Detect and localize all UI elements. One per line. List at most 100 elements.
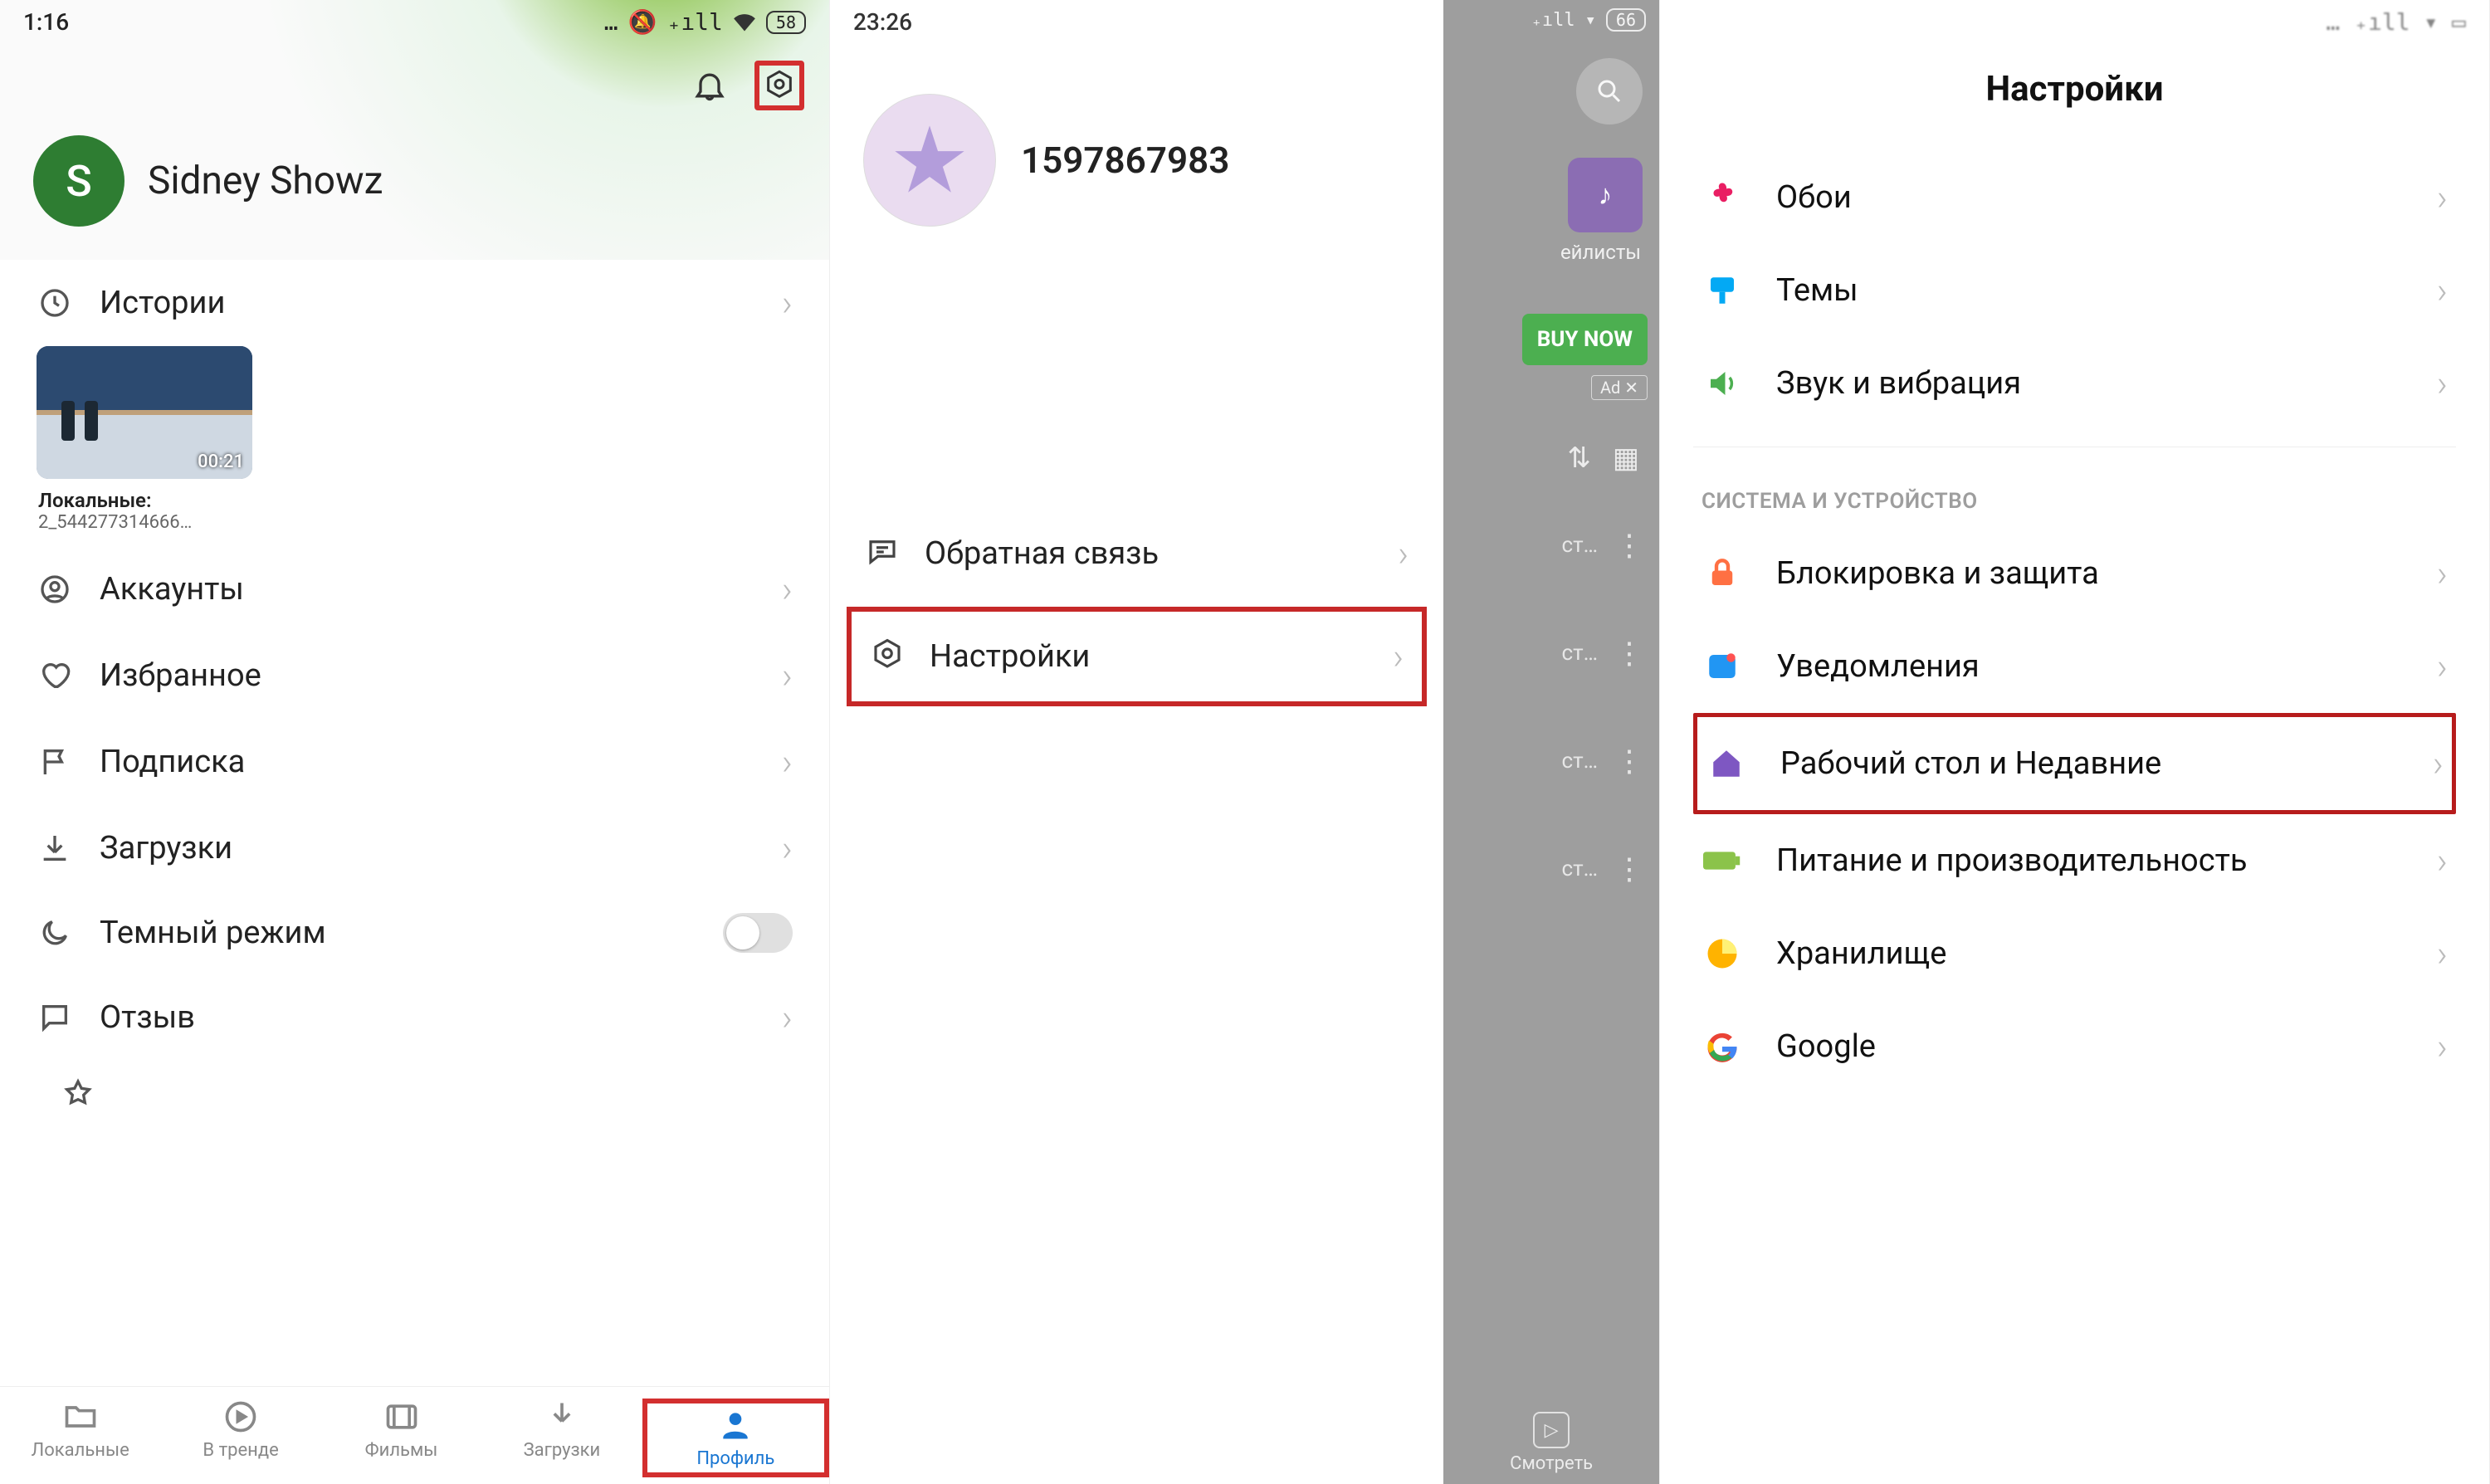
history-thumbnail[interactable]: 00:21 Локальные: 2_544277314666… [25, 346, 804, 546]
nav-label: Загрузки [524, 1440, 601, 1461]
list-row-dim[interactable]: ст…⋮ [1443, 707, 1659, 815]
row-home-recents[interactable]: Рабочий стол и Недавние › [1693, 713, 2456, 814]
sort-view-controls[interactable]: ⇅▦ [1443, 400, 1659, 491]
more-icon[interactable]: ⋮ [1614, 528, 1639, 563]
row-label: Подписка [100, 744, 755, 780]
chevron-right-icon: › [782, 654, 793, 697]
lock-icon [1702, 553, 1743, 594]
row-storage[interactable]: Хранилище › [1693, 907, 2456, 1000]
row-subscription[interactable]: Подписка › [25, 719, 804, 805]
chevron-right-icon: › [2433, 742, 2444, 785]
pie-icon [1702, 933, 1743, 974]
chevron-right-icon: › [1393, 635, 1404, 678]
chevron-right-icon: › [782, 281, 793, 325]
row-review[interactable]: Отзыв › [25, 974, 804, 1061]
chevron-right-icon: › [782, 568, 793, 611]
header-gradient: 1:16 … 🔕 ₊ıll 58 [0, 0, 829, 260]
chat-icon [865, 535, 903, 573]
list-row-dim[interactable]: ст…⋮ [1443, 599, 1659, 707]
row-label: Питание и производительность [1776, 842, 2404, 879]
status-bar: 1:16 … 🔕 ₊ıll 58 [0, 0, 829, 44]
row-label: Аккаунты [100, 571, 755, 608]
menu-list: Истории › 00:21 Локальные: 2_54427731466… [0, 260, 829, 1127]
chevron-right-icon: › [2437, 645, 2448, 688]
google-icon [1702, 1026, 1743, 1067]
user-header[interactable]: 1597867983 [830, 44, 1443, 293]
nav-downloads[interactable]: Загрузки [481, 1399, 642, 1477]
row-darkmode[interactable]: Темный режим [25, 891, 804, 974]
chevron-right-icon: › [2437, 552, 2448, 595]
video-duration: 00:21 [198, 452, 244, 472]
playlists-tile[interactable]: ♪ [1568, 158, 1643, 232]
panel-dimmed-background: ₊ıll ▾ 66 ♪ ейлисты BUY NOW Ad ✕ ⇅▦ ст…⋮… [1443, 0, 1659, 1484]
row-google[interactable]: Google › [1693, 1000, 2456, 1093]
row-power[interactable]: Питание и производительность › [1693, 814, 2456, 907]
darkmode-toggle[interactable] [723, 913, 793, 953]
row-history[interactable]: Истории › [25, 260, 804, 346]
more-icon[interactable]: ⋮ [1614, 744, 1639, 779]
video-thumbnail[interactable]: 00:21 [37, 346, 252, 479]
row-sound[interactable]: Звук и вибрация › [1693, 337, 2456, 430]
screen-system-settings: … ₊ıll ▾ ▭ Настройки Обои › Темы › Звук … [1660, 0, 2490, 1484]
status-time: 23:26 [853, 8, 912, 36]
row-downloads[interactable]: Загрузки › [25, 805, 804, 891]
row-wallpaper[interactable]: Обои › [1693, 151, 2456, 244]
row-label: Звук и вибрация [1776, 365, 2404, 402]
nav-label: Локальные [32, 1440, 129, 1461]
grid-icon[interactable]: ▦ [1613, 442, 1639, 475]
nav-local[interactable]: Локальные [0, 1399, 160, 1477]
buy-now-button[interactable]: BUY NOW [1522, 314, 1648, 365]
status-indicators-dim: ₊ıll ▾ 66 [1531, 8, 1646, 32]
list-row-dim[interactable]: ст…⋮ [1443, 491, 1659, 599]
screen-user-settings: 23:26 1597867983 Обратная связь › Настро… [830, 0, 1660, 1484]
row-label: Настройки [930, 638, 1090, 675]
row-cutoff [25, 1061, 804, 1127]
battery-indicator: 66 [1606, 8, 1646, 32]
nav-trending[interactable]: В тренде [160, 1399, 320, 1477]
nav-profile[interactable]: Профиль [642, 1399, 829, 1477]
chevron-right-icon: › [2437, 362, 2448, 405]
row-label: Google [1776, 1028, 2404, 1065]
settings-button[interactable] [754, 61, 804, 110]
notifications-button[interactable] [685, 61, 735, 110]
row-notifications[interactable]: Уведомления › [1693, 620, 2456, 713]
panel-foreground: 23:26 1597867983 Обратная связь › Настро… [830, 0, 1443, 1484]
row-label: Блокировка и защита [1776, 555, 2404, 592]
search-button[interactable] [1576, 58, 1643, 124]
row-accounts[interactable]: Аккаунты › [25, 546, 804, 632]
section-header: СИСТЕМА И УСТРОЙСТВО [1693, 464, 2456, 527]
ad-close-badge[interactable]: Ad ✕ [1591, 375, 1648, 400]
nav-movies[interactable]: Фильмы [321, 1399, 481, 1477]
nav-watch-dim[interactable]: ▷ Смотреть [1443, 1412, 1659, 1474]
more-icon[interactable]: ⋮ [1614, 636, 1639, 671]
user-header[interactable]: S Sidney Showz [0, 119, 829, 251]
nav-label: В тренде [203, 1440, 278, 1461]
speaker-icon [1702, 363, 1743, 404]
chevron-right-icon: › [2437, 932, 2448, 975]
chevron-right-icon: › [2437, 1025, 2448, 1068]
status-misc: … [604, 8, 618, 36]
list-row-dim[interactable]: ст…⋮ [1443, 815, 1659, 923]
row-settings[interactable]: Настройки › [847, 607, 1427, 706]
row-favorites[interactable]: Избранное › [25, 632, 804, 719]
nav-label: Фильмы [365, 1440, 438, 1461]
more-icon[interactable]: ⋮ [1614, 852, 1639, 886]
header-actions [0, 44, 829, 119]
play-icon: ▷ [1533, 1412, 1570, 1448]
thumb-caption: Локальные: [25, 489, 804, 512]
user-icon [37, 571, 73, 608]
row-feedback[interactable]: Обратная связь › [847, 509, 1427, 598]
row-label: Истории [100, 285, 755, 321]
row-label: Хранилище [1776, 935, 2404, 972]
row-label: Уведомления [1776, 648, 2404, 685]
status-indicators: … 🔕 ₊ıll 58 [604, 8, 806, 36]
brush-icon [1702, 270, 1743, 311]
gear-icon [870, 637, 908, 676]
flag-icon [37, 744, 73, 780]
avatar: S [33, 135, 124, 227]
chevron-right-icon: › [782, 827, 793, 870]
status-time: 1:16 [23, 8, 69, 36]
row-themes[interactable]: Темы › [1693, 244, 2456, 337]
sort-icon[interactable]: ⇅ [1567, 442, 1591, 475]
row-lock[interactable]: Блокировка и защита › [1693, 527, 2456, 620]
